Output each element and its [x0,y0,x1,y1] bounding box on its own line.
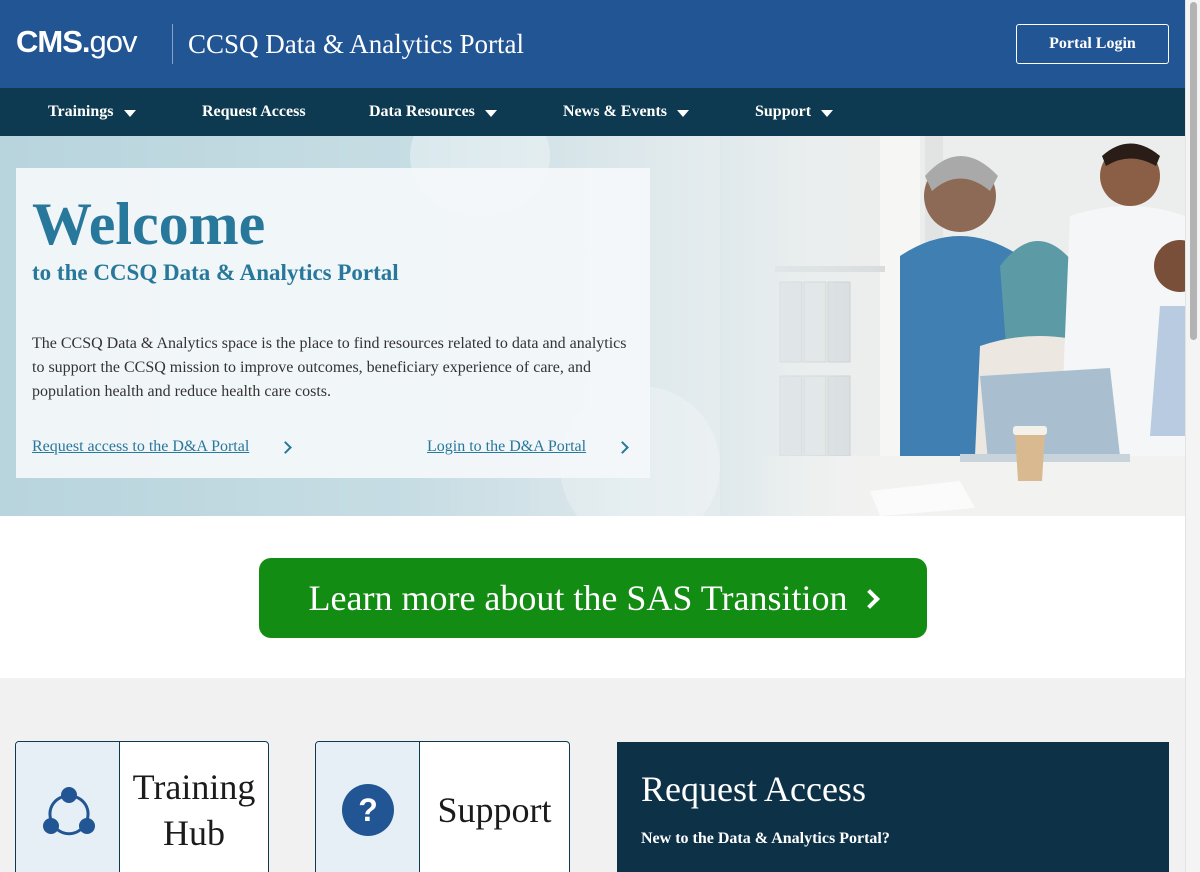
chevron-right-icon [616,440,629,454]
tile-icon-box [16,742,120,872]
nav-item-label: Trainings [48,103,114,120]
logo-gov-text: gov [89,24,138,59]
caret-down-icon [484,109,497,117]
login-portal-link-label: Login to the D&A Portal [427,438,587,455]
request-access-link-label: Request access to the D&A Portal [32,438,250,455]
svg-text:?: ? [358,792,378,828]
site-header: CMS. gov CCSQ Data & Analytics Portal Por… [0,0,1185,88]
nav-item-label: Support [755,103,812,120]
caret-down-icon [677,109,689,117]
nav-item-request-access[interactable]: Request Access [202,88,306,136]
chevron-right-icon [279,440,293,454]
main-nav: Trainings Request Access Data Resources … [0,88,1185,136]
hero-section: Welcome to the CCSQ Data & Analytics Por… [0,136,1185,516]
training-hub-tile[interactable]: Training Hub [15,741,269,872]
nav-item-trainings[interactable]: Trainings [48,88,136,136]
welcome-subtitle: to the CCSQ Data & Analytics Portal [32,260,399,285]
scrollbar-thumb[interactable] [1190,2,1197,340]
nav-item-support[interactable]: Support [755,88,834,136]
request-access-title: Request Access [641,769,866,809]
cms-logo[interactable]: CMS. gov [16,22,137,62]
question-icon: ? [342,784,394,836]
caret-down-icon [123,109,136,117]
logo-cms-text: CMS [16,24,83,59]
network-icon [43,787,95,836]
training-hub-label-line2: Hub [163,813,225,853]
header-divider [172,24,173,64]
sas-transition-button[interactable]: Learn more about the SAS Transition [259,558,927,638]
nav-item-label: News & Events [563,103,667,120]
training-hub-label: Training Hub [120,764,268,856]
training-hub-label-line1: Training [132,767,256,807]
request-access-subtitle: New to the Data & Analytics Portal? [641,830,890,847]
login-portal-link[interactable]: Login to the D&A Portal [427,438,629,456]
site-title[interactable]: CCSQ Data & Analytics Portal [188,24,524,64]
logo-dot: . [81,24,91,59]
nav-item-news-events[interactable]: News & Events [563,88,689,136]
hero-photo-team-at-laptop [720,136,1185,516]
request-access-link[interactable]: Request access to the D&A Portal [32,438,293,456]
support-label: Support [437,790,552,830]
nav-item-data-resources[interactable]: Data Resources [369,88,497,136]
page-scrollbar[interactable] [1185,0,1200,872]
welcome-title: Welcome [32,191,266,257]
support-tile[interactable]: ? Support [315,741,570,872]
nav-item-label: Data Resources [369,103,475,120]
tile-icon-box: ? [316,742,420,872]
request-access-panel: Request Access New to the Data & Analyti… [617,742,1169,872]
nav-item-label: Request Access [202,103,306,120]
caret-down-icon [821,109,834,117]
welcome-card: Welcome to the CCSQ Data & Analytics Por… [16,168,650,478]
page: CMS. gov CCSQ Data & Analytics Portal Por… [0,0,1185,872]
chevron-right-icon [860,589,881,609]
welcome-description: The CCSQ Data & Analytics space is the p… [32,335,627,400]
sas-transition-label: Learn more about the SAS Transition [308,578,848,618]
portal-login-button[interactable]: Portal Login [1016,24,1169,64]
